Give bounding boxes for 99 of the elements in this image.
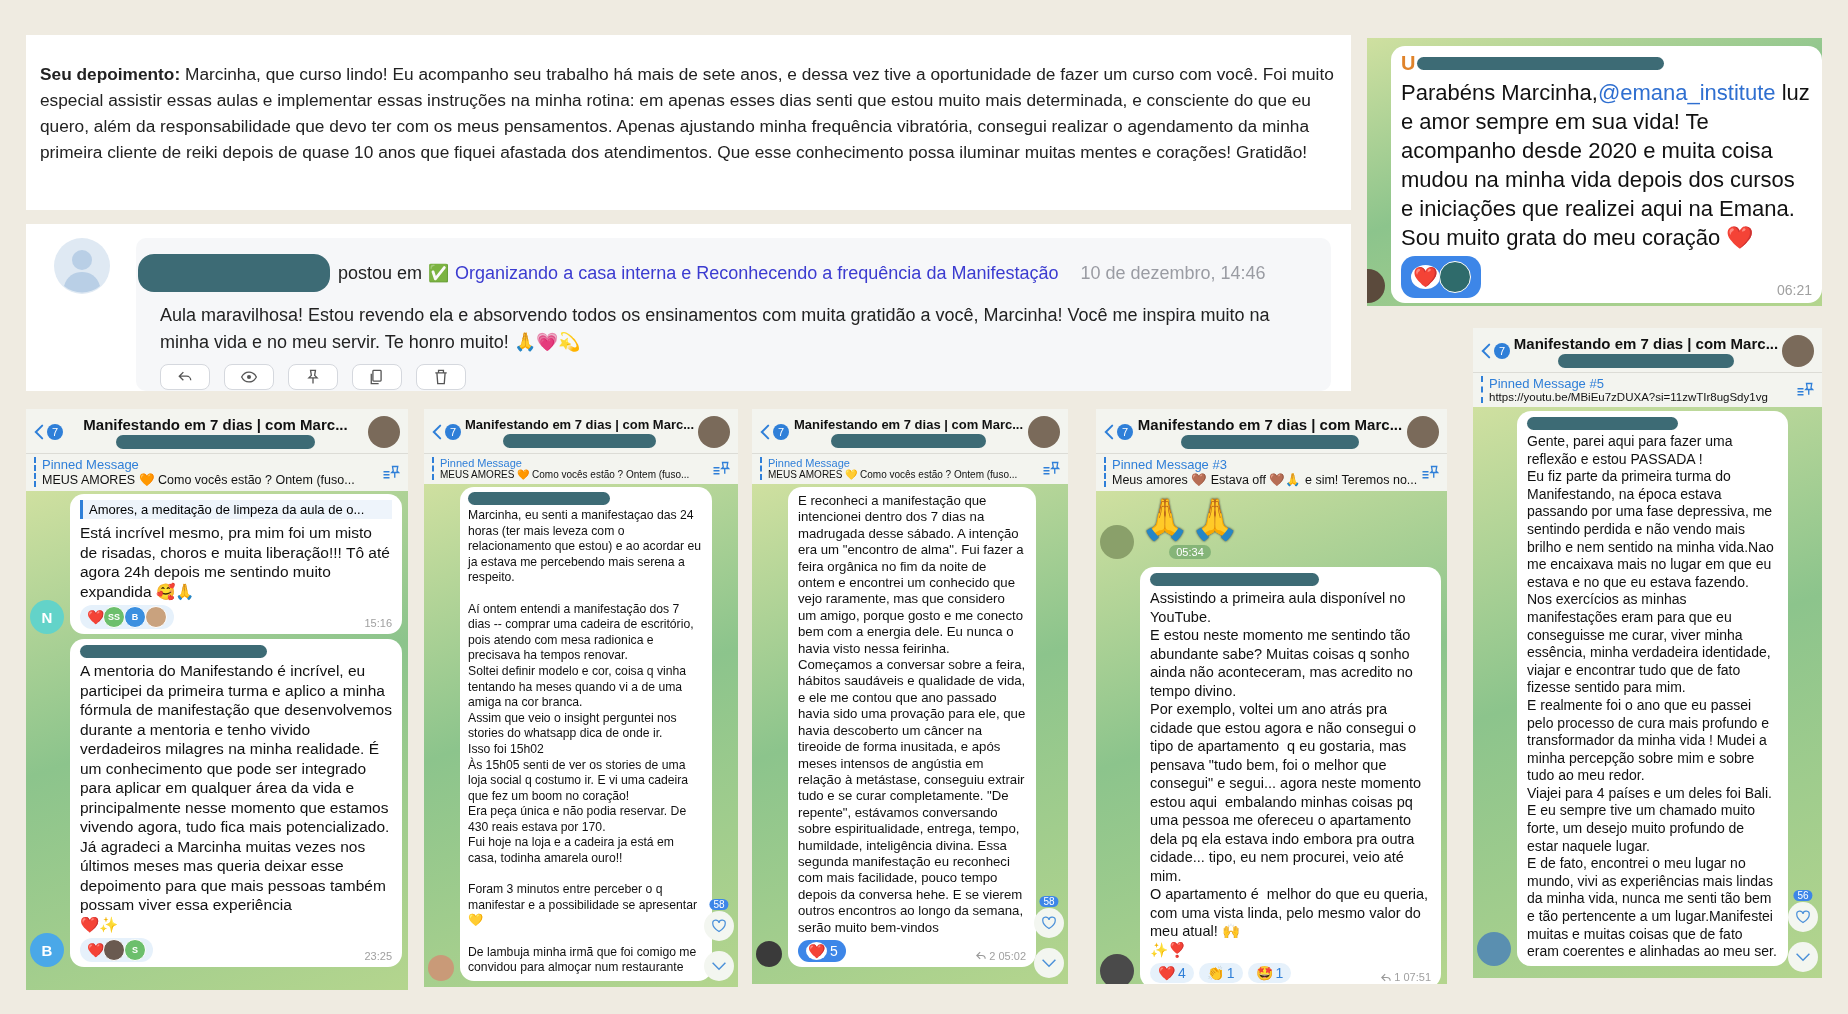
avatar-initial: SS: [103, 606, 125, 628]
reaction-emoji: ❤: [1158, 965, 1175, 981]
reaction-count: 5: [830, 942, 838, 959]
forward-count: 2: [989, 949, 996, 962]
unread-count: 58: [1039, 896, 1059, 907]
heart-outline-icon: [1041, 916, 1057, 930]
pinned-text: MEUS AMORES 🧡 Como vocês estão ? Ontem (fuso...: [42, 472, 356, 487]
message-time: 06:21: [1776, 282, 1812, 298]
avatar-initial: B: [124, 606, 146, 628]
pin-list-icon[interactable]: [1796, 382, 1814, 397]
avatar-initial: N: [30, 600, 64, 634]
forward-arrow-icon: [1381, 972, 1392, 982]
reaction-count: 1: [1226, 965, 1235, 981]
trash-icon: [432, 368, 450, 386]
pin-list-icon[interactable]: [712, 461, 730, 476]
comment-text: Aula maravilhosa! Estou revendo ela e absorvendo todos os ensinamentos com muita gratidão a você, Marcinha! Você me inspira muito na minha vida e no meu servir. Te honro muito! 🙏💗💫: [160, 304, 1271, 354]
back-chevron-icon[interactable]: [1104, 424, 1114, 440]
message-text: E reconheci a manifestação que intencionei dentro dos 7 dias na madrugada desse sábado. A intenção era um "encontro de alma". Fui fazer a feira orgânica no fim da noite de ontem e encontrei um conhecido que vejo raramente, mas que considero um amigo, porque gosto e me conecto bem com a energia dele. Eu nunca o havia visto nessa feirinha. Começamos a conversar sobre a feira, hábitos saudáveis e qualidade de vida, e ele me contou que ano passado havia sido uma provação para ele, que havia descoberto um câncer na tireoide de forma inusitada, e após meses intensos de angústia em relação à metástase, conseguiu extrair tudo e se curar completamente. "De repente", estávamos conversando sobre espiritualidade, entrega, tempo, humildade, inteligência divina. Essa segunda manifestação eu reconheci com mais facilidade, pouco tempo depois da conversa hehe. E se vierem outros encontros ao longo da semana, serão muito bem-vindos: [798, 493, 1026, 936]
back-chevron-icon[interactable]: [432, 424, 442, 440]
pin-list-icon[interactable]: [1421, 464, 1439, 480]
group-avatar: [368, 416, 400, 448]
chat-title: Manifestando em 7 dias | com Marc...: [794, 416, 1024, 432]
back-chevron-icon[interactable]: [760, 424, 770, 440]
pin-button[interactable]: [288, 364, 338, 390]
check-mark: ✅: [428, 262, 450, 284]
heart-outline-icon: [711, 919, 727, 933]
avatar-initial: B: [30, 933, 64, 967]
message-text: Assistindo a primeira aula disponível no YouTube. E estou neste momento me sentindo tão abundante sabe? Muitas coisas q sonho ainda não aconteceram, mas acredito no tempo divino. Por exemplo, voltei um ano atrás pra cidade que estou agora e não consegui o tipo de apartamento q eu gostaria, mas pensava "tudo bem, foi o melhor que consegui" e segui... agora neste momento estou aqui embalando minhas coisas pq uma pessoa me ofereceu o apartamento dela pq ela estava indo embora pra outra cidade... tipo, eu nem procurei, veio até mim. O apartamento é melhor do que eu queria, com uma vista linda, pelo mesmo valor do meu atual! 🙌 ✨❣: [1150, 589, 1430, 959]
forward-arrow-icon: [976, 951, 987, 961]
eye-icon: [240, 368, 258, 386]
message-text: Marcinha, eu senti a manifestaçao das 24 horas (ter mais leveza com o relacionamento que estou) e ao acordar eu ja estava me percebendo mais serena a respeito. Aí ontem entendi a manifestação dos 7 dias -- comprar uma cadeira de escritório, pois atendo com mesa radionica e precisava ha tempos renovar. Soltei definir modelo e cor, coisa q vinha tentando ha meses quando vi a de uma amiga na cor branca. Assim que veio o insight perguntei nos stories do whatsapp dica de onde ir. Isso foi 15h02 Às 15h05 senti de ver os stories de uma loja social q costumo ir. E vi uma cadeira que fez um boom no coração! Era peça única e não podia reservar. De 430 reais estava por 170. Fui hoje na loja e a cadeira ja está em casa, todinha amarela ouro!! Foram 3 minutos entre perceber o q manifestar e a possibilidade se apresentar 💛 De lambuja minha irmã que foi comigo me convidou para almoçar num restaurante: [468, 508, 703, 976]
reaction-pill[interactable]: 🤩 1: [1247, 963, 1292, 983]
reaction-count: 1: [1275, 965, 1284, 981]
reaction-pill[interactable]: ❤: [1401, 256, 1481, 298]
course-link[interactable]: Organizando a casa interna e Reconhecendo a frequência da Manifestação: [455, 262, 1059, 284]
mention-link[interactable]: @emana_institute: [1597, 80, 1776, 105]
reaction-emoji: ❤: [1411, 265, 1440, 289]
pinned-text: MEUS AMORES 🧡 Como vocês estão ? Ontem (fuso...: [440, 469, 691, 480]
sender-initial: U: [1401, 52, 1416, 75]
back-chevron-icon[interactable]: [1481, 343, 1491, 359]
trash-button[interactable]: [416, 364, 466, 390]
message-time: 15:16: [364, 617, 392, 629]
reaction-emoji: ❤: [87, 609, 104, 625]
pinned-text: Meus amores 🤎 Estava off 🤎🙏 e sim! Teremos no...: [1112, 472, 1415, 487]
pinned-text: https://youtu.be/MBiEu7zDUXA?si=11zwTIr8ugSdy1vg: [1489, 391, 1769, 403]
pinned-label: Pinned Message: [42, 457, 140, 472]
message-text: Gente, parei aqui para fazer uma reflexão e estou PASSADA ! Eu fiz parte da primeira turma do Manifestando, na época estava passando por uma fase depressiva, me sentindo perdida e não vendo mais brilho e nem sentido na minha vida.Nao me encaixava mais no lugar em que eu estava e no que eu estava fazendo. Nos exercícios as minhas manifestações eram para que eu conseguisse me curar, viver minha essência, minha verdadeira identidade, viajar e encontrar tudo que de fato fizesse sentido para mim. E realmente foi o ano que eu passei pelo processo de cura mais profundo e transformador da minha vida ! Mudei a minha percepção sobre mim e sobre tudo ao meu redor. Viajei para 4 países e um deles foi Bali. E eu sempre tive um chamado muito forte, um desejo muito profundo de estar naquele lugar. E de fato, encontrei o meu lugar no mundo, vivi as experiências mais lindas da minha vida, nunca me senti tão bem e tão pertencente a um lugar.Manifestei muitas e muitas coisas que de fato eram coerentes e alinhadas ao meu ser.: [1527, 433, 1778, 961]
reaction-emoji: ❤: [87, 942, 104, 958]
group-avatar: [1407, 416, 1439, 448]
pinned-label: Pinned Message #3: [1112, 457, 1228, 472]
reaction-emoji: 🤩: [1255, 965, 1273, 981]
pin-list-icon[interactable]: [1042, 461, 1060, 476]
reaction-pill[interactable]: ❤ S: [80, 938, 153, 962]
message-time: 05:34: [1169, 545, 1211, 559]
user-silhouette-icon: [54, 238, 110, 294]
reaction-emoji: ❤: [806, 941, 827, 960]
reaction-pill[interactable]: ❤ SS B: [80, 605, 174, 629]
pinned-label: Pinned Message: [768, 457, 851, 469]
chat-title: Manifestando em 7 dias | com Marc...: [1137, 415, 1403, 433]
testimonial-text: Seu depoimento: Marcinha, que curso lindo! Eu acompanho seu trabalho há mais de sete anos, e dessa vez tive a oportunidade de fazer um curso com você. Foi muito especial assistir essas aulas e implementar essas instruções na minha rotina: em apenas esses dias senti que estou muito mais determinada, e consciente do que eu quero, além da responsabilidade que devo ter com os meus pensamentos. Apenas ajustando minha frequência vibratória, consegui realizar o agendamento da minha primeira cliente de reiki depois de quase 10 anos que fiquei afastada dos atendimentos. Que esse conhecimento possa iluminar muitas mentes e corações! Gratidão!: [40, 63, 1335, 164]
message-text: A mentoria do Manifestando é incrível, eu participei da primeira turma e aplico a minha fórmula de manifestação que desenvolvemos durante a mentoria e tenho vivido verdadeiros milagres na minha realidade. É um conhecimento que pode ser integrado para aplicar em qualquer área da vida e principalmente nesse momento que estamos vivendo agora, tudo fica mais potencializado. Já agradeci a Marcinha muitas vezes nos últimos meses mas queria deixar esse depoimento para que mais pessoas também possam viver essa experiência ❤✨: [80, 661, 392, 934]
chat-title: Manifestando em 7 dias | com Marc...: [1513, 334, 1779, 352]
copy-button[interactable]: [352, 364, 402, 390]
reaction-count: 4: [1178, 965, 1186, 981]
reaction-pill[interactable]: ❤ 4: [1150, 963, 1194, 983]
unread-badge: 7: [773, 424, 789, 440]
unread-badge: 7: [1494, 343, 1510, 359]
message-time: 23:25: [364, 950, 392, 962]
reaction-emoji: 👏: [1206, 965, 1224, 981]
pinned-text: MEUS AMORES 💛 Como vocês estão ? Ontem (fuso...: [768, 469, 1019, 480]
pinned-label: Pinned Message #5: [1489, 376, 1605, 391]
chat-title: Manifestando em 7 dias | com Marc...: [83, 415, 348, 433]
eye-button[interactable]: [224, 364, 274, 390]
unread-count: 56: [1793, 890, 1813, 901]
unread-badge: 7: [1117, 424, 1133, 440]
pinned-label: Pinned Message: [440, 457, 523, 469]
avatar-initial: S: [124, 939, 146, 961]
back-chevron-icon[interactable]: [34, 424, 44, 440]
message-time: 07:51: [1403, 971, 1431, 983]
posted-label: postou em: [338, 262, 423, 284]
reply-button[interactable]: [160, 364, 210, 390]
message-text: Está incrível mesmo, pra mim foi um misto de risadas, choros e muita liberação!!! Tô até agora 24h depois me sentindo muito expandida 🥰🙏: [80, 523, 391, 601]
unread-count: 58: [709, 899, 729, 910]
group-avatar: [1028, 416, 1060, 448]
reply-quote: Amores, a meditação de limpeza da aula de o...: [80, 500, 392, 519]
chat-title: Manifestando em 7 dias | com Marc...: [465, 416, 695, 432]
forward-count: 1: [1394, 971, 1401, 983]
reaction-pill[interactable]: 👏 1: [1198, 963, 1243, 983]
unread-badge: 7: [47, 424, 63, 440]
message-time: 05:02: [998, 949, 1026, 962]
post-time: 10 de dezembro, 14:46: [1080, 262, 1266, 284]
unread-badge: 7: [445, 424, 461, 440]
group-avatar: [1782, 335, 1814, 367]
heart-outline-icon: [1795, 910, 1811, 924]
reaction-pill[interactable]: ❤ 5: [798, 939, 846, 962]
pin-list-icon[interactable]: [382, 464, 400, 480]
praying-hands-emoji: 🙏🙏: [1140, 497, 1240, 541]
group-avatar: [698, 416, 730, 448]
message-text: Parabéns Marcinha,@emana_institute luz e amor sempre em sua vida! Te acompanho desde 2020 e muita coisa mudou na minha vida depois dos cursos e iniciações que realizei aqui na Emana. Sou muito grata do meu coração ❤: [1401, 79, 1811, 252]
